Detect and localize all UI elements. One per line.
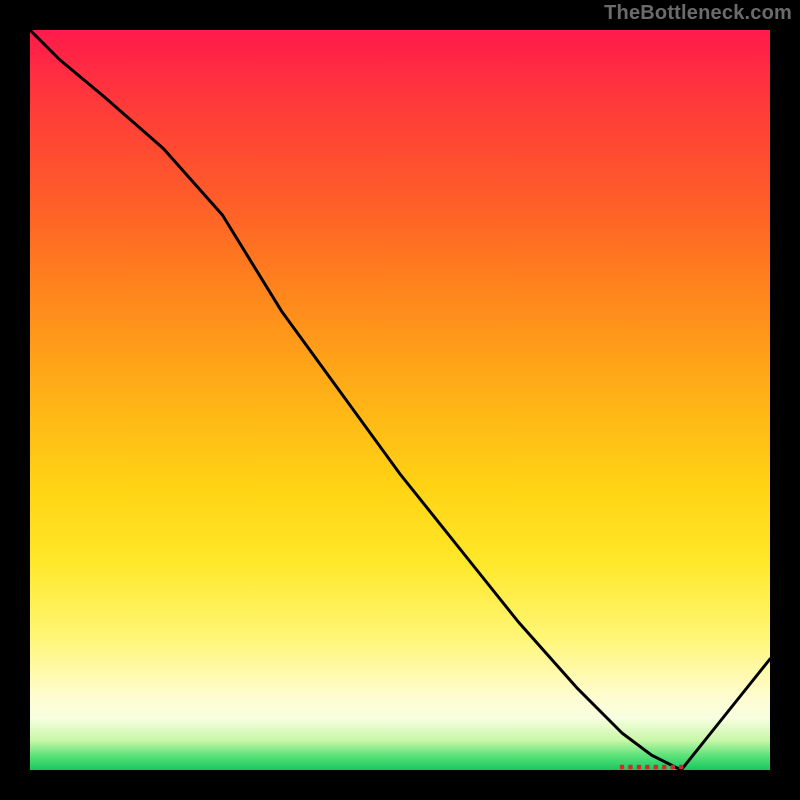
plot-area bbox=[30, 30, 770, 770]
data-curve bbox=[30, 30, 770, 770]
attribution-text: TheBottleneck.com bbox=[604, 2, 792, 25]
optimal-marker bbox=[620, 765, 684, 769]
chart-svg bbox=[30, 30, 770, 770]
chart-container: TheBottleneck.com bbox=[0, 0, 800, 800]
